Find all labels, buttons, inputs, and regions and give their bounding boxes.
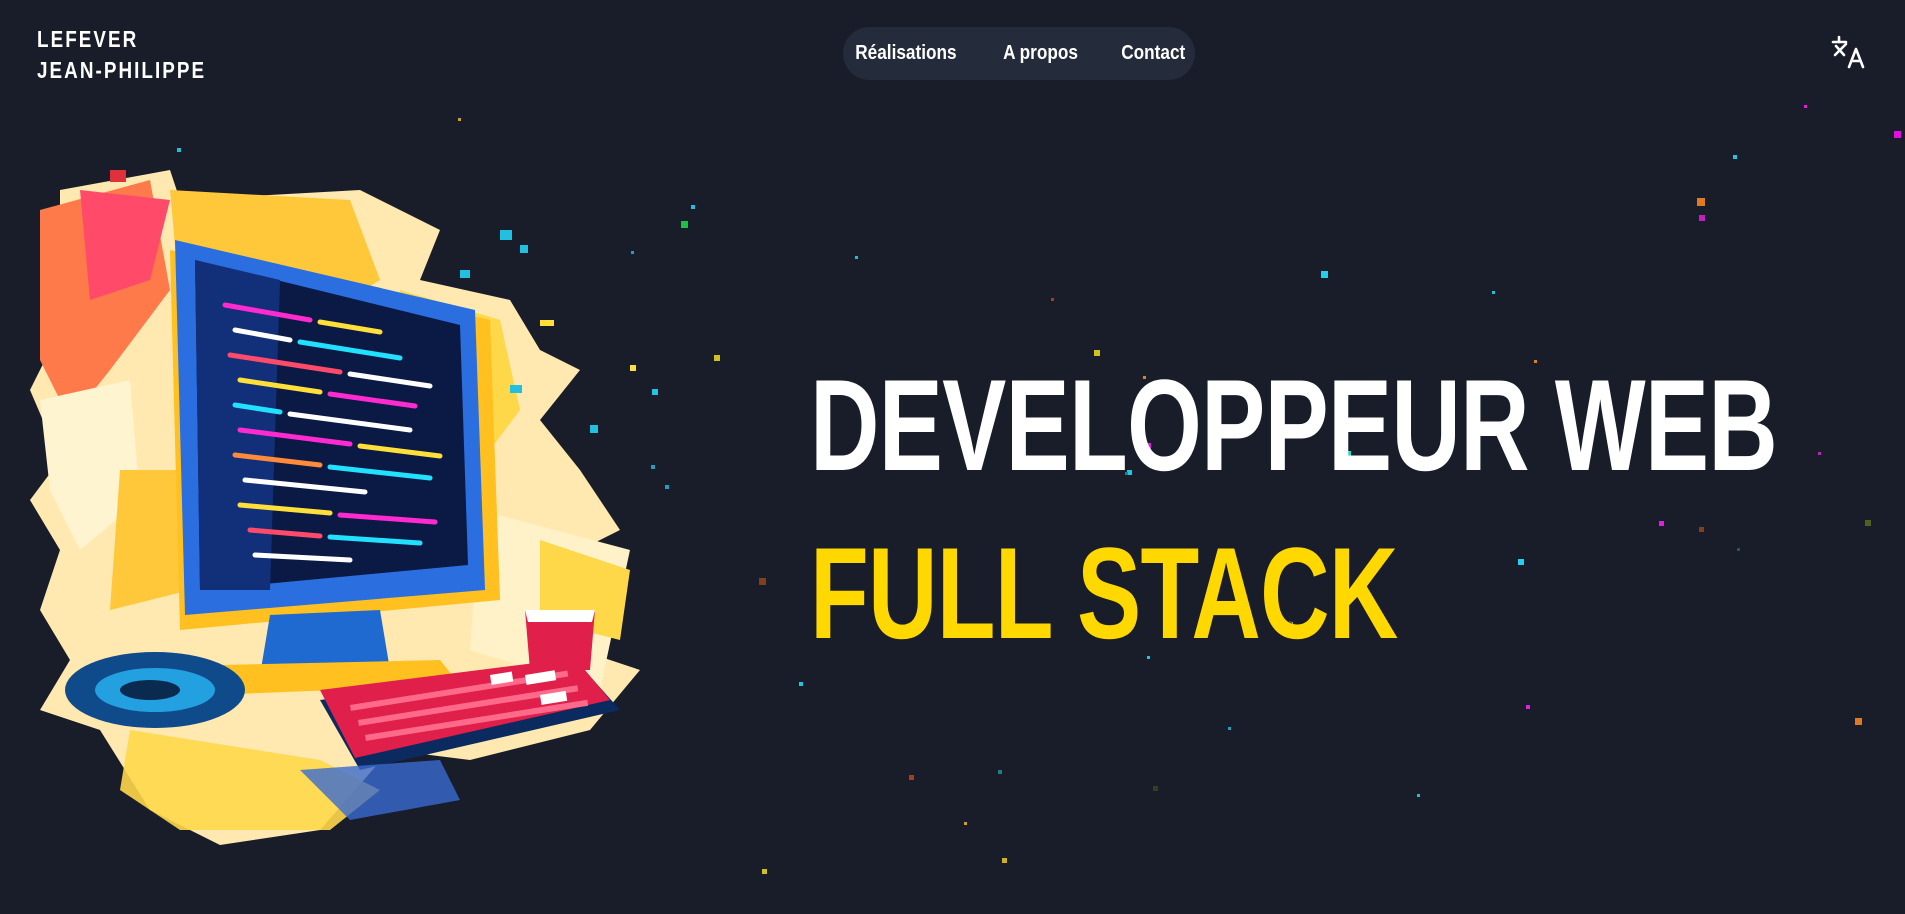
hero-title: DEVELOPPEUR WEB FULL STACK [810, 352, 1778, 666]
translate-icon [1831, 35, 1865, 69]
computer-illustration [30, 170, 640, 845]
translate-button[interactable] [1830, 33, 1868, 71]
main-nav: Réalisations A propos Contact [843, 27, 1195, 80]
hero-title-line1: DEVELOPPEUR WEB [810, 352, 1778, 498]
brand-line2: JEAN-PHILIPPE [37, 57, 207, 83]
nav-item-a-propos[interactable]: A propos [1003, 42, 1078, 65]
brand-line1: LEFEVER [37, 26, 139, 52]
hero-title-line2: FULL STACK [810, 520, 1398, 666]
nav-item-realisations[interactable]: Réalisations [856, 42, 957, 65]
brand-name[interactable]: LEFEVER JEAN-PHILIPPE [37, 24, 206, 86]
nav-item-contact[interactable]: Contact [1121, 42, 1185, 65]
